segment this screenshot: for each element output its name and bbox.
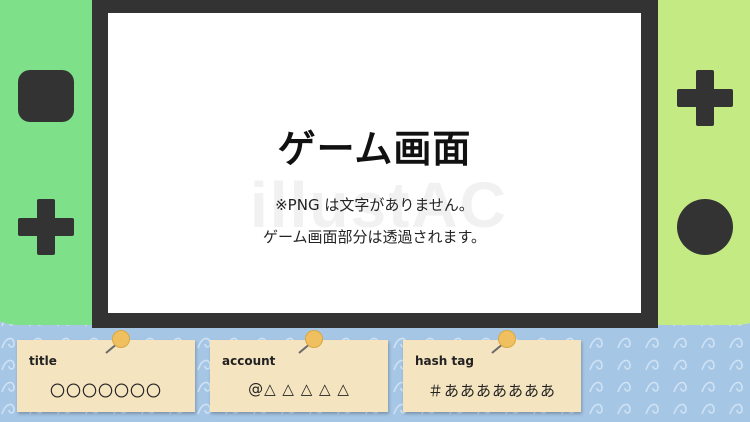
screen-note-line1: ※PNG は文字がありません。 xyxy=(275,196,474,214)
right-controller xyxy=(645,0,750,325)
pushpin-icon xyxy=(305,330,323,348)
dpad-icon xyxy=(677,70,733,126)
card-value: 〇〇〇〇〇〇〇 xyxy=(49,382,162,400)
card-label: title xyxy=(29,354,57,368)
card-label: hash tag xyxy=(415,354,474,368)
game-frame-illustration: illustAC ゲーム画面 ※PNG は文字がありません。 ゲーム画面部分は透… xyxy=(0,0,750,422)
card-value: @△ △ △ △ △ xyxy=(248,380,350,398)
screen-title: ゲーム画面 xyxy=(277,127,472,171)
pushpin-icon xyxy=(112,330,130,348)
screen-note-line2: ゲーム画面部分は透過されます。 xyxy=(262,228,487,246)
dpad-icon xyxy=(18,199,74,255)
square-button-icon xyxy=(18,70,74,122)
pushpin-icon xyxy=(498,330,516,348)
card-label: account xyxy=(222,354,276,368)
card-value: ＃あああああああ xyxy=(427,382,556,400)
circle-button-icon xyxy=(677,199,733,255)
